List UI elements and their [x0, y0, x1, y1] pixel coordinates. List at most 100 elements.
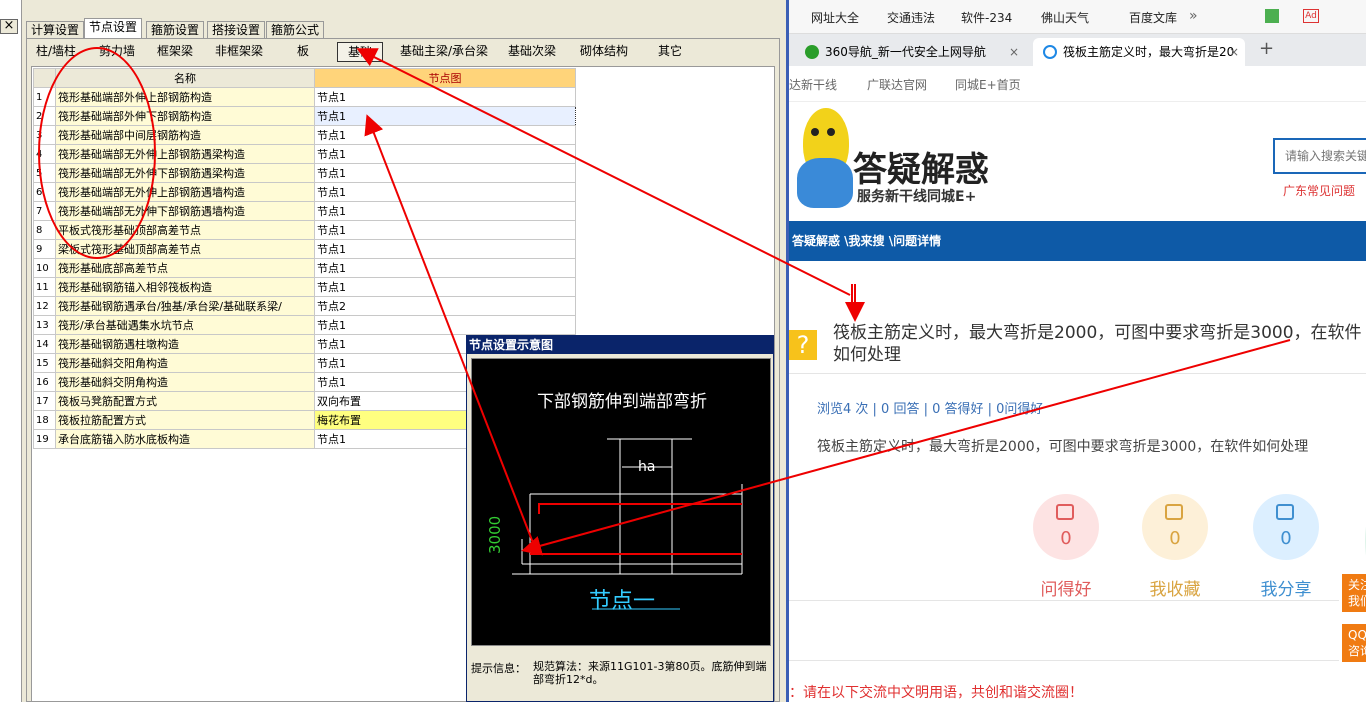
- row-number: 19: [33, 429, 56, 449]
- tab-sub-2[interactable]: 框架梁: [150, 42, 200, 62]
- row-node[interactable]: 节点1: [314, 163, 576, 183]
- table-row[interactable]: 12 筏形基础钢筋遇承台/独基/承台梁/基础联系梁/节点2: [33, 296, 576, 316]
- row-node[interactable]: 节点1: [314, 125, 576, 145]
- node-diagram-canvas: 下部钢筋伸到端部弯折 ha 3000 节点一: [471, 358, 771, 646]
- row-number: 9: [33, 239, 56, 259]
- question-icon: ?: [789, 330, 817, 360]
- tab-sub-5[interactable]: 基础: [337, 42, 383, 62]
- action-label-1[interactable]: 我收藏: [1136, 575, 1214, 600]
- action-icon-0: [1056, 504, 1074, 520]
- popup-title: 节点设置示意图: [467, 336, 773, 354]
- dim-ha: ha: [638, 459, 656, 475]
- row-node[interactable]: 节点1: [314, 258, 576, 278]
- divider: [789, 660, 1339, 661]
- row-name[interactable]: 筏形基础钢筋遇柱墩构造: [55, 334, 315, 354]
- top-links: 达新干线 广联达官网 同城E+首页: [789, 66, 1366, 102]
- bookmark-2[interactable]: 软件-234: [961, 9, 1012, 26]
- left-panel-strip: ×: [0, 0, 22, 702]
- row-name[interactable]: 筏板马凳筋配置方式: [55, 391, 315, 411]
- bookmark-4[interactable]: 百度文库: [1129, 9, 1177, 26]
- divider: [789, 373, 1366, 374]
- action-count-2: 0: [1280, 528, 1292, 549]
- row-name[interactable]: 筏形基础斜交阳角构造: [55, 353, 315, 373]
- table-row[interactable]: 11 筏形基础钢筋锚入相邻筏板构造 节点1: [33, 277, 576, 297]
- bookmark-3[interactable]: 佛山天气: [1041, 9, 1089, 26]
- hot-link[interactable]: 广东常见问题: [1283, 182, 1355, 199]
- action-icon-2: [1276, 504, 1294, 520]
- hint-text: 规范算法：来源11G101-3第80页。底筋伸到端部弯折12*d。: [533, 660, 767, 686]
- top-link-1[interactable]: 广联达官网: [867, 76, 927, 93]
- question-stats[interactable]: 浏览4 次 | 0 回答 | 0 答得好 | 0问得好: [817, 398, 1043, 417]
- row-name[interactable]: 筏形/承台基础遇集水坑节点: [55, 315, 315, 335]
- tab-sub-4[interactable]: 板: [290, 42, 316, 62]
- row-number: 13: [33, 315, 56, 335]
- top-link-2[interactable]: 同城E+首页: [955, 76, 1021, 93]
- qq-button[interactable]: QQ咨询: [1342, 624, 1366, 662]
- row-node[interactable]: 节点1: [314, 106, 576, 126]
- row-number: 15: [33, 353, 56, 373]
- divider: [789, 600, 1339, 601]
- node-diagram-popup: 节点设置示意图 下部钢筋伸到端部弯折 ha 3000 节点一 提示信息： 规范算…: [466, 335, 774, 702]
- node-settings-window: × 计算设置 节点设置 箍筋设置 搭接设置 箍筋公式 柱/墙柱 剪力墙 框架梁 非框架梁板基础…: [0, 0, 786, 702]
- apps-icon[interactable]: [1265, 9, 1279, 23]
- search-input[interactable]: [1273, 138, 1366, 174]
- row-node[interactable]: 节点1: [314, 315, 576, 335]
- close-icon[interactable]: ×: [0, 19, 18, 34]
- tab-top-0[interactable]: 计算设置: [26, 21, 85, 38]
- row-name[interactable]: 筏形基础斜交阴角构造: [55, 372, 315, 392]
- action-label-2[interactable]: 我分享: [1247, 575, 1325, 600]
- browser-window: 网址大全 交通违法 软件-234 佛山天气 百度文库 » Ad 360导航_新一代安全上…: [786, 0, 1366, 702]
- dim-3000: 3000: [486, 515, 504, 554]
- row-node[interactable]: 节点1: [314, 201, 576, 221]
- row-number: 10: [33, 258, 56, 278]
- row-node[interactable]: 节点2: [314, 296, 576, 316]
- table-row[interactable]: 13 筏形/承台基础遇集水坑节点 节点1: [33, 315, 576, 335]
- row-node[interactable]: 节点1: [314, 220, 576, 240]
- tab-sub-9[interactable]: 其它: [650, 42, 690, 62]
- action-circle-0[interactable]: 0: [1033, 494, 1099, 560]
- tab-sub-6[interactable]: 基础主梁/承台梁: [392, 42, 496, 62]
- table-row[interactable]: 10 筏形基础底部高差节点 节点1: [33, 258, 576, 278]
- row-number: 16: [33, 372, 56, 392]
- action-circle-1[interactable]: 0: [1142, 494, 1208, 560]
- row-node[interactable]: 节点1: [314, 144, 576, 164]
- new-tab-button[interactable]: +: [1259, 38, 1274, 59]
- close-tab-icon[interactable]: ×: [1009, 38, 1019, 66]
- row-number: 12: [33, 296, 56, 316]
- action-icon-1: [1165, 504, 1183, 520]
- row-name[interactable]: 筏板拉筋配置方式: [55, 410, 315, 430]
- row-node[interactable]: 节点1: [314, 182, 576, 202]
- row-name[interactable]: 承台底筋锚入防水底板构造: [55, 429, 315, 449]
- tab-top-2[interactable]: 箍筋设置: [146, 21, 205, 38]
- breadcrumb[interactable]: 答疑解惑 \我来搜 \问题详情: [789, 221, 1366, 261]
- close-tab-icon[interactable]: ×: [1229, 38, 1239, 66]
- tab-sub-7[interactable]: 基础次梁: [504, 42, 560, 62]
- tab-top-4[interactable]: 箍筋公式: [266, 21, 325, 38]
- top-link-0[interactable]: 达新干线: [789, 76, 837, 93]
- tab-sub-3[interactable]: 非框架梁: [208, 42, 270, 62]
- row-name[interactable]: 筏形基础钢筋锚入相邻筏板构造: [55, 277, 315, 297]
- tab-360-nav[interactable]: 360导航_新一代安全上网导航 ×: [795, 38, 1025, 66]
- browser-tab-bar: 360导航_新一代安全上网导航 × 筏板主筋定义时，最大弯折是20 × +: [789, 34, 1366, 66]
- row-name[interactable]: 筏形基础钢筋遇承台/独基/承台梁/基础联系梁/: [55, 296, 315, 316]
- adblock-icon[interactable]: Ad: [1303, 9, 1319, 23]
- ie-icon: [1043, 45, 1057, 59]
- row-node[interactable]: 节点1: [314, 239, 576, 259]
- bookmark-overflow[interactable]: »: [1189, 8, 1198, 24]
- tab-top-1[interactable]: 节点设置: [84, 18, 143, 38]
- action-label-0[interactable]: 问得好: [1027, 575, 1105, 600]
- bookmark-0[interactable]: 网址大全: [811, 9, 859, 26]
- action-count-0: 0: [1060, 528, 1072, 549]
- tab-top-3[interactable]: 搭接设置: [207, 21, 266, 38]
- action-circle-2[interactable]: 0: [1253, 494, 1319, 560]
- follow-button[interactable]: 关注我们: [1342, 574, 1366, 612]
- row-name[interactable]: 筏形基础底部高差节点: [55, 258, 315, 278]
- tab-sub-8[interactable]: 砌体结构: [566, 42, 642, 62]
- bookmark-1[interactable]: 交通违法: [887, 9, 935, 26]
- tab-question[interactable]: 筏板主筋定义时，最大弯折是20 ×: [1033, 38, 1245, 66]
- row-number: 18: [33, 410, 56, 430]
- row-node[interactable]: 节点1: [314, 87, 576, 107]
- grid-header-node: 节点图: [314, 68, 576, 88]
- row-node[interactable]: 节点1: [314, 277, 576, 297]
- logo-subtitle: 服务新干线同城E+: [857, 189, 977, 205]
